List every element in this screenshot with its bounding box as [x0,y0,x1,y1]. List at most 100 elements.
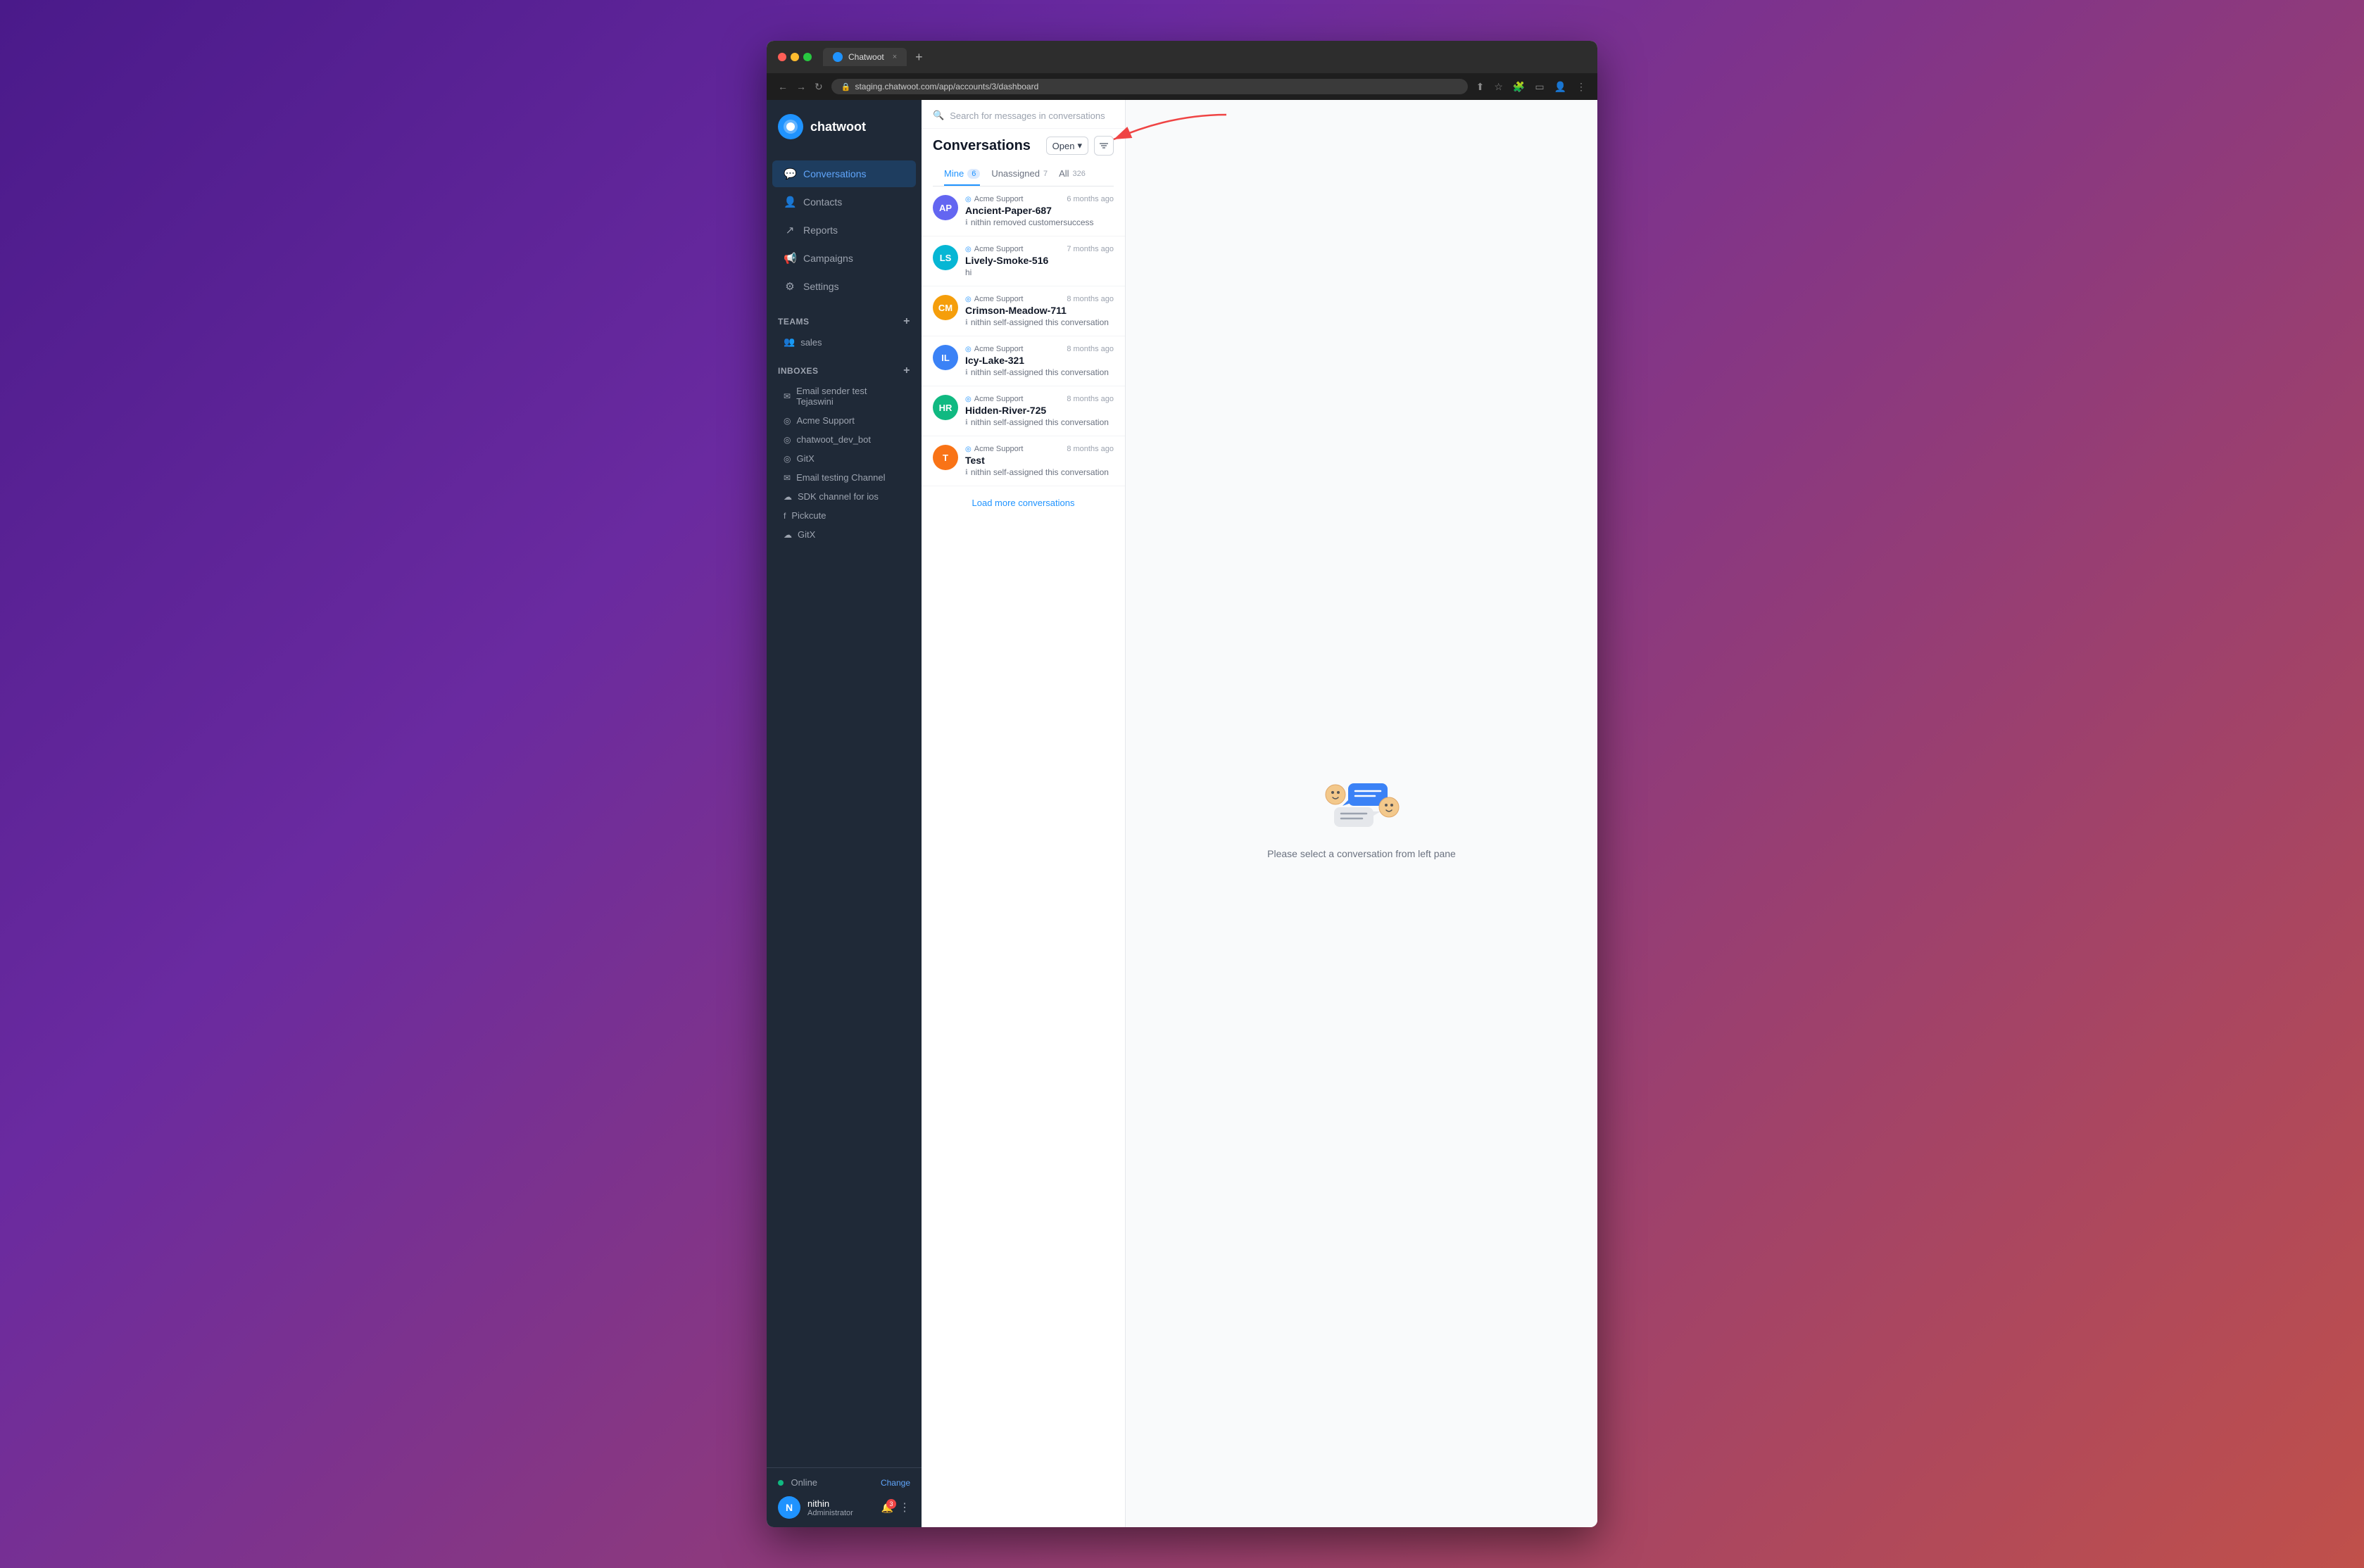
forward-button[interactable]: → [796,81,806,92]
reports-label: Reports [803,225,838,236]
maximize-button[interactable] [803,53,812,61]
conversation-item[interactable]: CM ◎ Acme Support 8 months ago Crimson-M… [922,286,1125,336]
conv-item-header: ◎ Acme Support 8 months ago [965,345,1114,353]
conversation-item[interactable]: LS ◎ Acme Support 7 months ago Lively-Sm… [922,236,1125,286]
conv-name: Ancient-Paper-687 [965,205,1114,216]
widget-icon: ◎ [784,416,791,426]
inbox-pickcute[interactable]: f Pickcute [778,506,910,525]
bookmark-icon[interactable]: ☆ [1494,81,1503,93]
conv-content: ◎ Acme Support 6 months ago Ancient-Pape… [965,195,1114,227]
notifications-button[interactable]: 🔔 3 [881,1502,893,1514]
avatar: CM [933,295,958,320]
browser-tab[interactable]: Chatwoot × [823,48,907,66]
conv-time: 6 months ago [1067,195,1114,203]
inbox-gitx2-label: GitX [798,529,815,540]
user-actions: 🔔 3 ⋮ [881,1500,910,1515]
tab-close-button[interactable]: × [893,53,897,61]
conv-item-header: ◎ Acme Support 8 months ago [965,395,1114,403]
conv-name: Crimson-Meadow-711 [965,305,1114,316]
tab-title: Chatwoot [848,52,884,62]
team-icon: 👥 [784,336,795,348]
search-bar[interactable]: 🔍 Search for messages in conversations [933,110,1114,121]
conv-name: Test [965,455,1114,466]
teams-section: Teams + 👥 sales [767,307,922,356]
tab-mine[interactable]: Mine 6 [944,163,980,186]
conv-name: Lively-Smoke-516 [965,255,1114,266]
campaigns-label: Campaigns [803,253,853,264]
user-menu-button[interactable]: ⋮ [899,1500,910,1515]
sidebar: chatwoot 💬 Conversations 👤 Contacts ↗ Re… [767,100,922,1527]
inbox-sdk-ios[interactable]: ☁ SDK channel for ios [778,487,910,506]
sidebar-item-contacts[interactable]: 👤 Contacts [772,189,916,215]
sidebar-item-conversations[interactable]: 💬 Conversations [772,160,916,187]
inboxes-header: Inboxes + [778,365,910,377]
inbox-label: Email sender test Tejaswini [796,386,905,407]
conversation-item[interactable]: AP ◎ Acme Support 6 months ago Ancient-P… [922,186,1125,236]
extensions-icon[interactable]: 🧩 [1513,81,1525,93]
conv-content: ◎ Acme Support 8 months ago Icy-Lake-321… [965,345,1114,377]
inbox-acme-support[interactable]: ◎ Acme Support [778,411,910,430]
campaigns-icon: 📢 [784,252,796,265]
inbox-icon: ◎ [965,296,972,303]
share-icon[interactable]: ⬆ [1476,81,1485,93]
avatar: HR [933,395,958,420]
conv-preview: ℹ nithin self-assigned this conversation [965,367,1114,377]
sidebar-icon[interactable]: ▭ [1535,81,1544,93]
conversation-item[interactable]: HR ◎ Acme Support 8 months ago Hidden-Ri… [922,386,1125,436]
sidebar-item-reports[interactable]: ↗ Reports [772,217,916,244]
back-button[interactable]: ← [778,81,788,92]
refresh-button[interactable]: ↻ [815,81,823,93]
info-icon: ℹ [965,469,968,476]
add-team-button[interactable]: + [903,315,910,328]
inbox-name: ◎ Acme Support [965,345,1023,353]
conversations-panel: 🔍 Search for messages in conversations C… [922,100,1126,1527]
new-tab-button[interactable]: + [915,50,923,65]
sidebar-item-settings[interactable]: ⚙ Settings [772,273,916,300]
change-status-button[interactable]: Change [881,1478,910,1488]
close-button[interactable] [778,53,786,61]
conv-item-header: ◎ Acme Support 8 months ago [965,295,1114,303]
minimize-button[interactable] [791,53,799,61]
status-filter-label: Open [1052,141,1075,151]
menu-icon[interactable]: ⋮ [1576,81,1586,93]
user-info: nithin Administrator [807,1498,874,1517]
conv-content: ◎ Acme Support 8 months ago Hidden-River… [965,395,1114,427]
tab-favicon [833,52,843,62]
conv-time: 8 months ago [1067,295,1114,303]
sdk-icon: ☁ [784,492,792,502]
inbox-email-testing-label: Email testing Channel [796,472,885,483]
conv-time: 7 months ago [1067,245,1114,253]
conversation-item[interactable]: IL ◎ Acme Support 8 months ago Icy-Lake-… [922,336,1125,386]
sidebar-item-campaigns[interactable]: 📢 Campaigns [772,245,916,272]
conv-preview: ℹ nithin removed customersuccess [965,217,1114,227]
profile-icon[interactable]: 👤 [1554,81,1566,93]
inbox-icon: ◎ [965,346,972,353]
sidebar-item-sales[interactable]: 👥 sales [778,332,910,352]
add-inbox-button[interactable]: + [903,365,910,377]
inbox-gitx2[interactable]: ☁ GitX [778,525,910,544]
inbox-gitx[interactable]: ◎ GitX [778,449,910,468]
toolbar-icons: ⬆ ☆ 🧩 ▭ 👤 ⋮ [1476,81,1586,93]
status-filter[interactable]: Open ▾ [1046,137,1088,155]
info-icon: ℹ [965,219,968,227]
conv-tabs: Mine 6 Unassigned 7 All 326 [933,163,1114,186]
chat-illustration [1323,768,1400,831]
sidebar-bottom: Online Change N nithin Administrator 🔔 3 [767,1467,922,1527]
inbox-name: ◎ Acme Support [965,245,1023,253]
all-count: 326 [1073,170,1086,178]
tab-unassigned[interactable]: Unassigned 7 [991,163,1048,186]
conversations-icon: 💬 [784,167,796,180]
address-bar[interactable]: 🔒 staging.chatwoot.com/app/accounts/3/da… [831,79,1468,94]
tab-all[interactable]: All 326 [1059,163,1086,186]
inboxes-title: Inboxes [778,366,819,376]
search-area: 🔍 Search for messages in conversations [922,100,1125,129]
inbox-icon: ◎ [965,246,972,253]
avatar: AP [933,195,958,220]
conversation-item[interactable]: T ◎ Acme Support 8 months ago Test ℹ nit… [922,436,1125,486]
load-more-button[interactable]: Load more conversations [922,486,1125,519]
inbox-name: ◎ Acme Support [965,295,1023,303]
inbox-email-sender[interactable]: ✉ Email sender test Tejaswini [778,381,910,411]
inbox-email-testing[interactable]: ✉ Email testing Channel [778,468,910,487]
inbox-chatwoot-bot[interactable]: ◎ chatwoot_dev_bot [778,430,910,449]
empty-state: Please select a conversation from left p… [1267,768,1456,859]
